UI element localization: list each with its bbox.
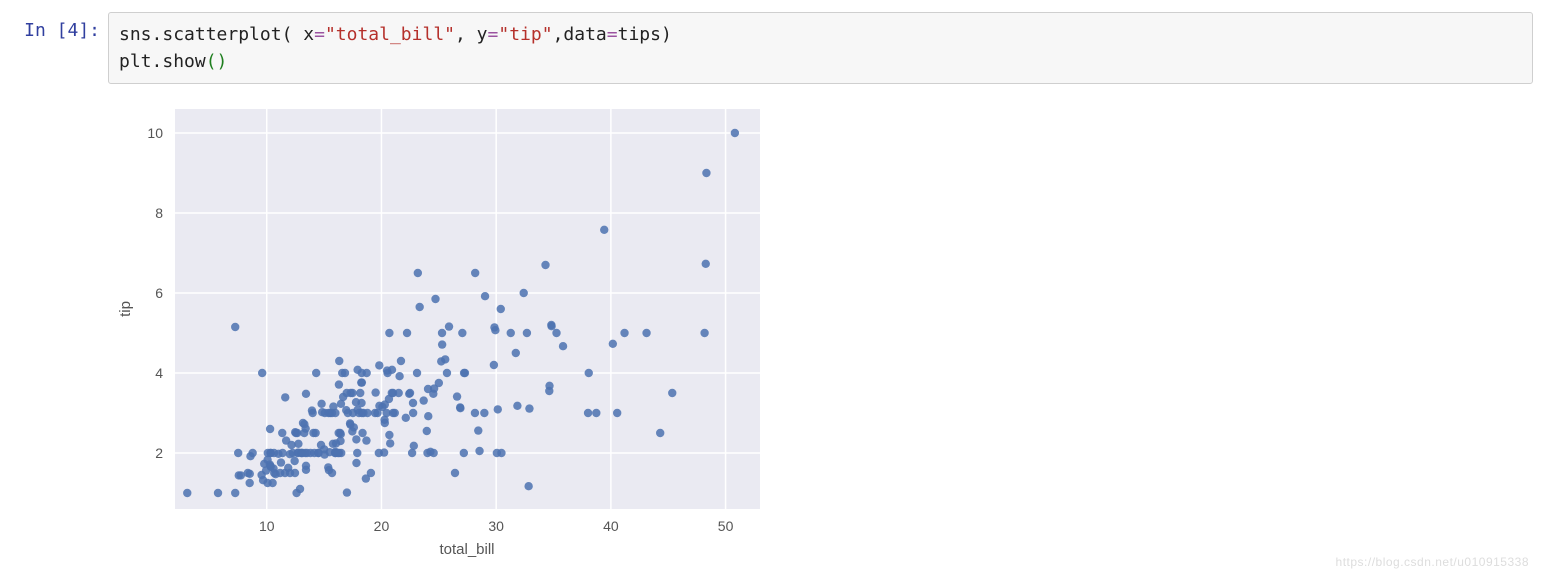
code-token: , (553, 24, 564, 45)
x-axis-label: total_bill (439, 541, 494, 558)
code-token: y (466, 24, 488, 45)
code-token: = (607, 24, 618, 45)
svg-text:40: 40 (603, 518, 619, 534)
prompt-in-text: In (24, 20, 57, 41)
y-axis-label: tip (117, 301, 134, 317)
svg-text:30: 30 (488, 518, 504, 534)
code-token: sns (119, 24, 152, 45)
code-input[interactable]: sns.scatterplot( x="total_bill", y="tip"… (108, 12, 1533, 84)
svg-text:6: 6 (155, 285, 163, 301)
input-prompt: In [4]: (10, 12, 108, 41)
code-token: () (206, 51, 228, 72)
code-token: "total_bill" (325, 24, 455, 45)
code-token: = (314, 24, 325, 45)
code-token: ) (661, 24, 672, 45)
code-token: data (563, 24, 606, 45)
code-token: show (162, 51, 205, 72)
code-token: . (152, 51, 163, 72)
code-token: tips (618, 24, 661, 45)
code-token: ( (282, 24, 293, 45)
svg-text:8: 8 (155, 205, 163, 221)
code-cell: In [4]: sns.scatterplot( x="total_bill",… (0, 8, 1543, 84)
svg-text:2: 2 (155, 445, 163, 461)
code-token: . (152, 24, 163, 45)
code-token: , (455, 24, 466, 45)
svg-text:10: 10 (259, 518, 275, 534)
y-tick-labels: 2 4 6 8 10 (147, 125, 163, 461)
plot-background (175, 109, 760, 509)
code-token: x (292, 24, 314, 45)
svg-text:50: 50 (718, 518, 734, 534)
svg-text:20: 20 (374, 518, 390, 534)
code-token: = (488, 24, 499, 45)
x-tick-labels: 10 20 30 40 50 (259, 518, 734, 534)
code-token: plt (119, 51, 152, 72)
output-spacer (10, 94, 100, 564)
svg-text:10: 10 (147, 125, 163, 141)
prompt-number: [4]: (57, 20, 100, 41)
code-token: scatterplot (162, 24, 281, 45)
watermark-text: https://blog.csdn.net/u010915338 (1336, 555, 1529, 569)
scatter-plot: 10 20 30 40 50 2 4 6 8 10 total_bill tip (100, 94, 790, 564)
cell-output: 10 20 30 40 50 2 4 6 8 10 total_bill tip (0, 84, 1543, 564)
jupyter-notebook: In [4]: sns.scatterplot( x="total_bill",… (0, 0, 1543, 564)
plot-svg: 10 20 30 40 50 2 4 6 8 10 total_bill tip (100, 94, 790, 564)
svg-text:4: 4 (155, 365, 163, 381)
code-token: "tip" (498, 24, 552, 45)
